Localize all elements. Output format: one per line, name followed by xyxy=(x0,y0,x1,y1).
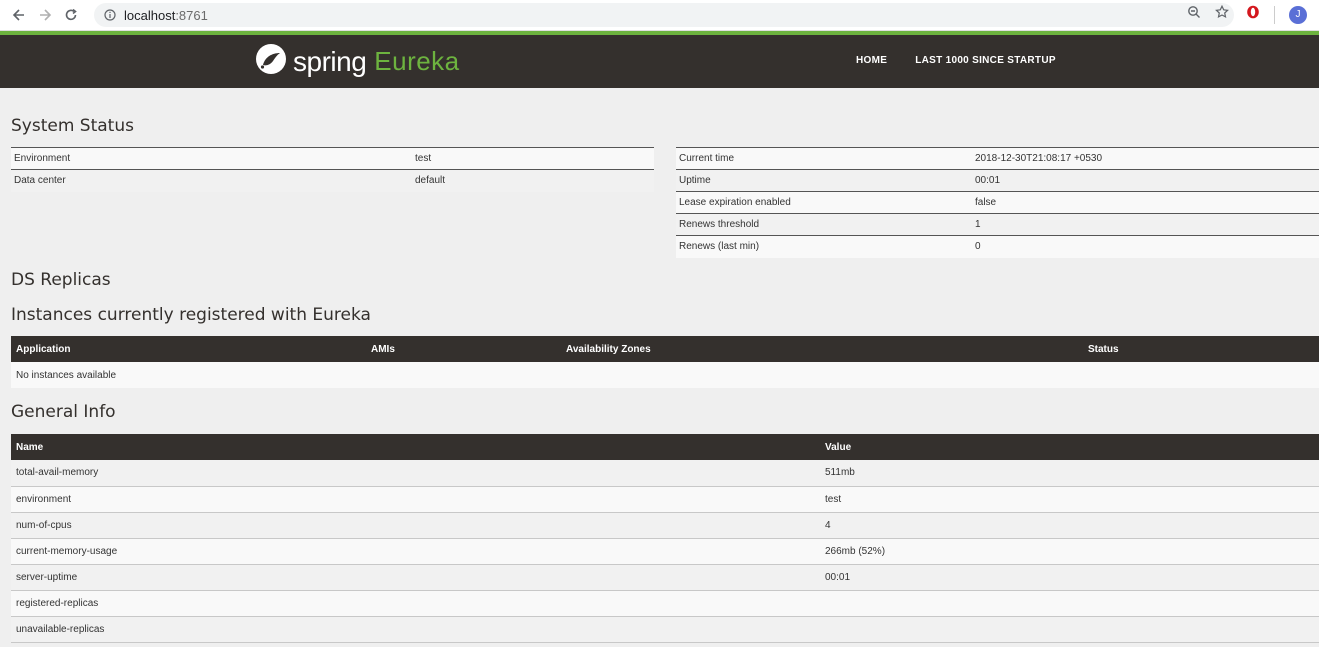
info-name: total-avail-memory xyxy=(11,460,820,487)
url-port: :8761 xyxy=(175,7,208,23)
instances-heading: Instances currently registered with Eure… xyxy=(11,305,371,325)
table-row: server-uptime 00:01 xyxy=(11,564,1319,591)
status-key: Data center xyxy=(11,169,412,192)
info-value: 266mb (52%) xyxy=(820,538,1319,565)
status-key: Uptime xyxy=(676,169,972,192)
table-row: current-memory-usage 266mb (52%) xyxy=(11,538,1319,565)
status-key: Environment xyxy=(11,147,412,170)
status-value: default xyxy=(412,169,654,192)
forward-icon[interactable] xyxy=(34,4,56,26)
star-icon[interactable] xyxy=(1215,4,1229,24)
info-name: current-memory-usage xyxy=(11,538,820,565)
brand-logo[interactable]: spring Eureka xyxy=(255,43,460,80)
table-row: Current time 2018-12-30T21:08:17 +0530 xyxy=(676,147,1319,170)
general-info-heading: General Info xyxy=(11,402,116,422)
column-header-amis: AMIs xyxy=(366,336,561,362)
back-icon[interactable] xyxy=(8,4,30,26)
instances-table: Application AMIs Availability Zones Stat… xyxy=(11,336,1319,388)
column-header-value: Value xyxy=(820,434,1319,460)
browser-toolbar: localhost:8761 J xyxy=(0,0,1319,31)
info-value: test xyxy=(820,486,1319,513)
system-status-left-table: Environment test Data center default xyxy=(11,147,654,192)
info-name: server-uptime xyxy=(11,564,820,591)
opera-extension-icon[interactable] xyxy=(1246,5,1260,24)
table-row: Data center default xyxy=(11,169,654,192)
info-name: environment xyxy=(11,486,820,513)
general-info-table: Name Value total-avail-memory 511mb envi… xyxy=(11,434,1319,643)
brand-eureka-text: Eureka xyxy=(374,46,460,76)
system-status-heading: System Status xyxy=(11,116,134,136)
info-value xyxy=(820,616,1319,643)
info-value xyxy=(820,590,1319,617)
nav-home-link[interactable]: HOME xyxy=(856,55,887,66)
system-status-right-table: Current time 2018-12-30T21:08:17 +0530 U… xyxy=(676,147,1319,258)
table-row: No instances available xyxy=(11,362,1319,388)
table-row: Renews (last min) 0 xyxy=(676,235,1319,258)
table-row: unavailable-replicas xyxy=(11,616,1319,643)
info-value: 511mb xyxy=(820,460,1319,487)
url-host: localhost xyxy=(124,7,176,23)
table-row: total-avail-memory 511mb xyxy=(11,460,1319,487)
table-row: Uptime 00:01 xyxy=(676,169,1319,192)
address-bar[interactable]: localhost:8761 xyxy=(94,3,1234,27)
column-header-availability-zones: Availability Zones xyxy=(561,336,1083,362)
no-instances-message: No instances available xyxy=(11,362,1319,388)
status-key: Lease expiration enabled xyxy=(676,191,972,214)
reload-icon[interactable] xyxy=(60,4,82,26)
table-row: Lease expiration enabled false xyxy=(676,191,1319,214)
table-row: environment test xyxy=(11,486,1319,513)
table-header-row: Application AMIs Availability Zones Stat… xyxy=(11,336,1319,362)
spring-leaf-icon xyxy=(255,43,287,80)
info-icon[interactable] xyxy=(104,9,116,21)
info-value: 00:01 xyxy=(820,564,1319,591)
table-row: registered-replicas xyxy=(11,590,1319,617)
column-header-application: Application xyxy=(11,336,366,362)
status-value: false xyxy=(972,191,1319,214)
table-row: num-of-cpus 4 xyxy=(11,512,1319,539)
nav-last-1000-link[interactable]: LAST 1000 SINCE STARTUP xyxy=(915,55,1056,66)
ds-replicas-heading: DS Replicas xyxy=(11,270,111,290)
status-key: Current time xyxy=(676,147,972,170)
status-value: 2018-12-30T21:08:17 +0530 xyxy=(972,147,1319,170)
info-value: 4 xyxy=(820,512,1319,539)
status-value: 00:01 xyxy=(972,169,1319,192)
eureka-navbar: spring Eureka HOME LAST 1000 SINCE START… xyxy=(0,31,1319,88)
column-header-name: Name xyxy=(11,434,820,460)
info-name: unavailable-replicas xyxy=(11,616,820,643)
avatar[interactable]: J xyxy=(1289,5,1307,24)
table-header-row: Name Value xyxy=(11,434,1319,460)
zoom-icon[interactable] xyxy=(1187,5,1201,24)
toolbar-divider xyxy=(1274,5,1275,24)
info-name: num-of-cpus xyxy=(11,512,820,539)
table-row: Renews threshold 1 xyxy=(676,213,1319,236)
status-key: Renews (last min) xyxy=(676,235,972,258)
status-value: test xyxy=(412,147,654,170)
brand-spring-text: spring xyxy=(293,45,367,77)
status-value: 0 xyxy=(972,235,1319,258)
status-key: Renews threshold xyxy=(676,213,972,236)
column-header-status: Status xyxy=(1083,336,1319,362)
table-row: Environment test xyxy=(11,147,654,170)
status-value: 1 xyxy=(972,213,1319,236)
info-name: registered-replicas xyxy=(11,590,820,617)
